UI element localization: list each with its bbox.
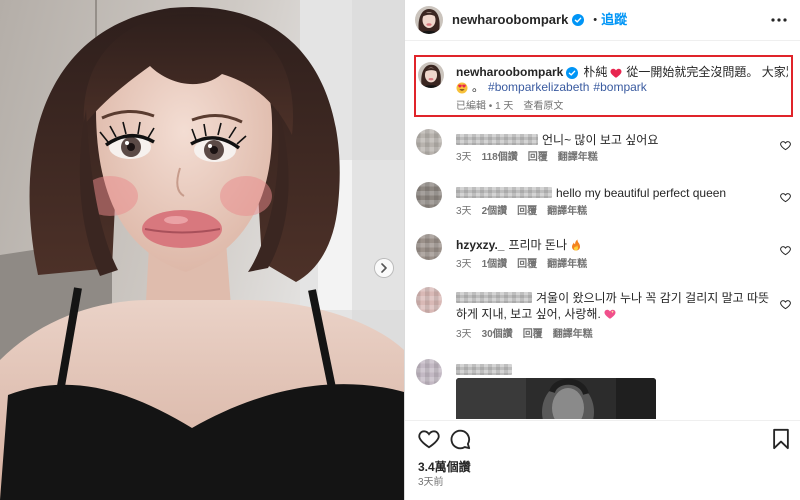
comment-meta: 3天 2個讚 回覆 翻譯年糕 [456, 206, 587, 218]
translate-button[interactable]: 翻譯年糕 [547, 259, 587, 271]
header-name-row: newharoobompark • 追蹤 [452, 13, 627, 27]
carousel-next-button[interactable] [375, 259, 393, 277]
comment-body: 겨울이 왔으니까 누나 꼭 감기 걸리지 말고 따뜻하게 지내, 보고 싶어, … [456, 290, 774, 322]
post-likes-count[interactable]: 3.4萬個讚 [418, 460, 471, 474]
commenter-username-blurred[interactable] [456, 364, 512, 375]
sparkling-heart-emoji-icon [604, 308, 616, 320]
post-timestamp[interactable]: 3天前 [418, 477, 444, 489]
comment-like-button[interactable] [780, 190, 791, 203]
comment-image-thumbnail [456, 378, 656, 419]
comment-text: hello my beautiful perfect queen [556, 186, 727, 200]
more-horizontal-icon [771, 18, 787, 22]
post-photo[interactable] [0, 0, 404, 500]
author-avatar[interactable] [415, 6, 443, 34]
commenter-username-blurred[interactable] [456, 134, 538, 145]
like-button[interactable] [418, 428, 440, 450]
comment-body: 언니~ 많이 보고 싶어요 [456, 132, 774, 148]
comments-list[interactable]: 언니~ 많이 보고 싶어요 3天 118個讚 回覆 翻譯年糕 hello my … [405, 41, 800, 419]
commenter-avatar[interactable] [416, 234, 442, 260]
header-separator: • [593, 14, 598, 26]
comment-icon [450, 429, 471, 450]
comment-body: hzyxzy._ 프리마 돈나 [456, 237, 774, 253]
comment-image[interactable] [456, 378, 656, 419]
chevron-right-icon [381, 263, 387, 273]
comment-meta: 3天 30個讚 回覆 翻譯年糕 [456, 329, 593, 341]
comment-likes-count[interactable]: 118個讚 [482, 152, 518, 164]
save-button[interactable] [770, 428, 792, 450]
reply-button[interactable]: 回覆 [528, 152, 548, 164]
comment-like-button[interactable] [780, 243, 791, 256]
comment-text: 언니~ 많이 보고 싶어요 [542, 133, 659, 147]
fire-emoji-icon [570, 239, 582, 251]
comment-like-button[interactable] [780, 138, 791, 151]
post-actions-section: 3.4萬個讚 3天前 [405, 420, 800, 500]
comment-text: 프리마 돈나 [508, 238, 568, 252]
comment-body [456, 362, 774, 378]
heart-outline-icon [780, 141, 791, 151]
post-header: newharoobompark • 追蹤 [405, 0, 800, 41]
heart-outline-icon [418, 430, 440, 449]
post-details-panel: newharoobompark • 追蹤 newharoobompark 朴純 … [404, 0, 800, 500]
commenter-avatar[interactable] [416, 359, 442, 385]
comment-likes-count[interactable]: 30個讚 [482, 329, 513, 341]
comment-likes-count[interactable]: 2個讚 [482, 206, 508, 218]
comment-body: hello my beautiful perfect queen [456, 185, 774, 201]
reply-button[interactable]: 回覆 [517, 206, 537, 218]
comment-time: 3天 [456, 206, 472, 217]
comment-button[interactable] [449, 428, 471, 450]
author-username[interactable]: newharoobompark [452, 13, 568, 27]
verified-badge-icon [572, 14, 585, 26]
comment-time: 3天 [456, 329, 472, 340]
translate-button[interactable]: 翻譯年糕 [553, 329, 593, 341]
translate-button[interactable]: 翻譯年糕 [547, 206, 587, 218]
comment-time: 3天 [456, 259, 472, 270]
translate-button[interactable]: 翻譯年糕 [558, 152, 598, 164]
comment-meta: 3天 1個讚 回覆 翻譯年糕 [456, 259, 587, 271]
bookmark-icon [773, 428, 789, 450]
reply-button[interactable]: 回覆 [517, 259, 537, 271]
commenter-username-blurred[interactable] [456, 292, 532, 303]
comment-like-button[interactable] [780, 297, 791, 310]
comment-likes-count[interactable]: 1個讚 [482, 259, 508, 271]
post-photo-image [0, 0, 404, 500]
commenter-avatar[interactable] [416, 287, 442, 313]
commenter-username-blurred[interactable] [456, 187, 552, 198]
commenter-avatar[interactable] [416, 182, 442, 208]
heart-outline-icon [780, 193, 791, 203]
heart-outline-icon [780, 246, 791, 256]
comment-time: 3天 [456, 152, 472, 163]
reply-button[interactable]: 回覆 [523, 329, 543, 341]
more-options-button[interactable] [770, 13, 788, 27]
commenter-avatar[interactable] [416, 129, 442, 155]
commenter-username[interactable]: hzyxzy._ [456, 238, 504, 252]
heart-outline-icon [780, 300, 791, 310]
author-avatar-image [415, 6, 443, 34]
comment-meta: 3天 118個讚 回覆 翻譯年糕 [456, 152, 598, 164]
follow-button[interactable]: 追蹤 [601, 13, 627, 27]
